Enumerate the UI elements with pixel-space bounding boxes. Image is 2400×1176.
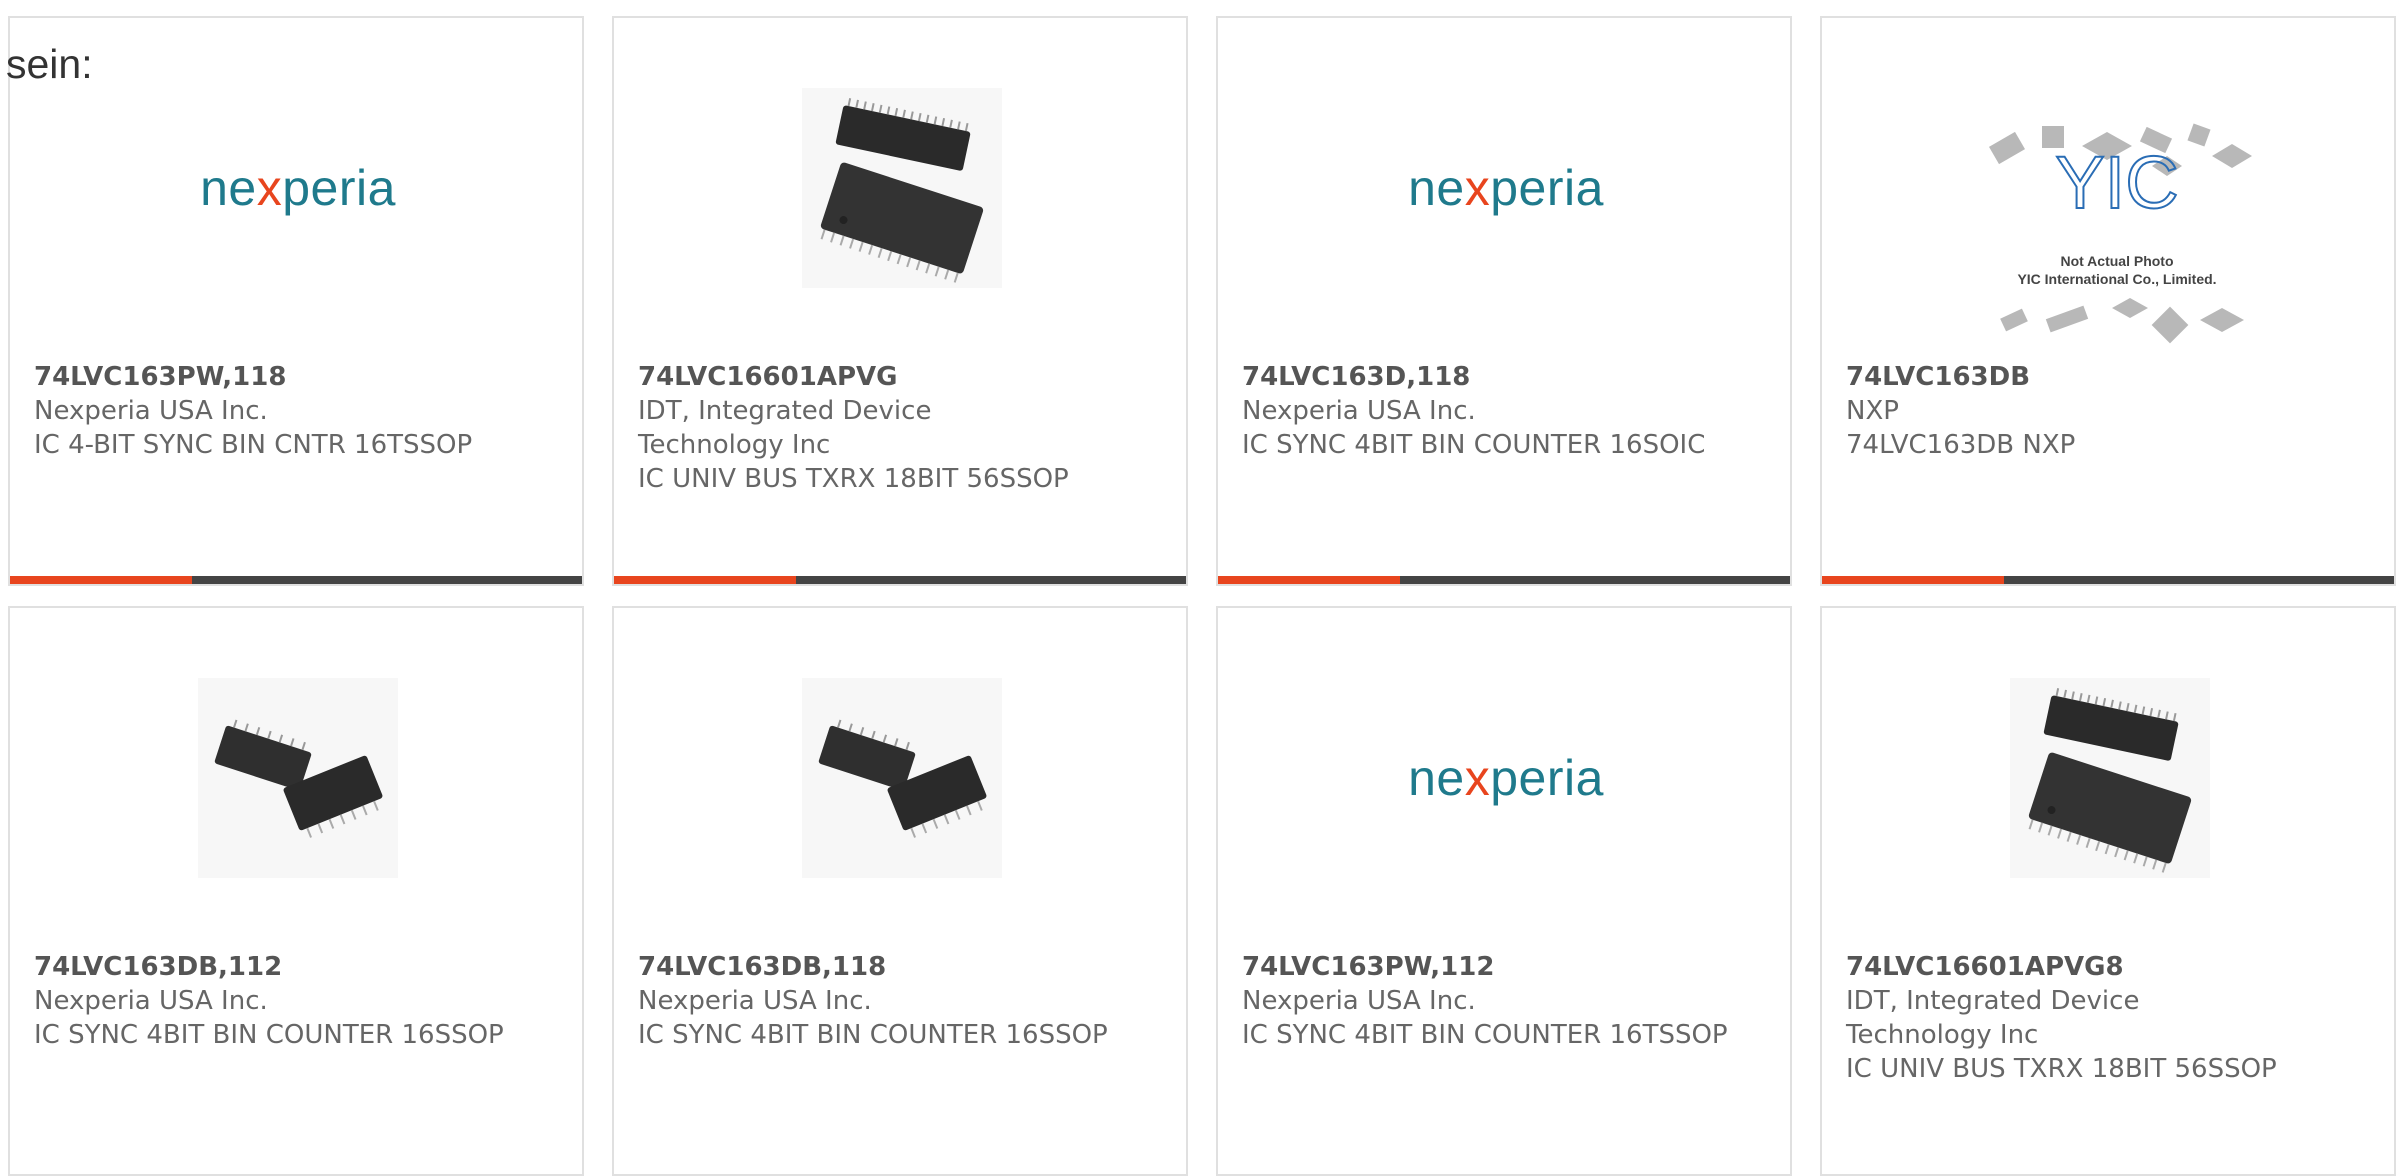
product-card[interactable]: 74LVC16601APVG8 IDT, Integrated Device T… [1820, 606, 2396, 1176]
manufacturer: Nexperia USA Inc. [34, 396, 268, 426]
card-bottom-bar [1218, 576, 1790, 584]
product-image [802, 678, 1002, 878]
card-bar-accent [10, 576, 192, 584]
yic-placeholder-icon: YIC Not Actual Photo YIC International C… [1989, 123, 2252, 344]
part-number[interactable]: 74LVC163PW,118 [34, 360, 562, 394]
product-image: nexperia [1406, 88, 1606, 288]
intro-text: sein: [6, 41, 93, 87]
part-number[interactable]: 74LVC163DB,112 [34, 950, 562, 984]
part-number[interactable]: 74LVC163PW,112 [1242, 950, 1770, 984]
card-bottom-bar [614, 576, 1186, 584]
product-image [2010, 678, 2210, 878]
product-image: nexperia [1406, 678, 1606, 878]
ssop16-chips-icon [198, 678, 398, 878]
product-card[interactable]: nexperia 74LVC163PW,112 Nexperia USA Inc… [1216, 606, 1792, 1176]
description: IC UNIV BUS TXRX 18BIT 56SSOP [1846, 1054, 2277, 1084]
manufacturer: NXP [1846, 396, 1899, 426]
part-number[interactable]: 74LVC163DB,118 [638, 950, 1166, 984]
card-bar-accent [1218, 576, 1400, 584]
svg-text:Not Actual Photo: Not Actual Photo [2060, 253, 2173, 269]
description: 74LVC163DB NXP [1846, 430, 2076, 460]
product-image: nexperia [198, 88, 398, 288]
manufacturer: Nexperia USA Inc. [1242, 396, 1476, 426]
product-image: YIC Not Actual Photo YIC International C… [1972, 98, 2262, 368]
description: IC SYNC 4BIT BIN COUNTER 16SSOP [638, 1020, 1108, 1050]
nexperia-logo-icon: nexperia [1408, 160, 1604, 216]
manufacturer: Nexperia USA Inc. [638, 986, 872, 1016]
description: IC SYNC 4BIT BIN COUNTER 16SOIC [1242, 430, 1706, 460]
manufacturer: IDT, Integrated Device Technology Inc [638, 396, 932, 460]
nexperia-logo-icon: nexperia [1408, 750, 1604, 806]
description: IC UNIV BUS TXRX 18BIT 56SSOP [638, 464, 1069, 494]
description: IC SYNC 4BIT BIN COUNTER 16TSSOP [1242, 1020, 1728, 1050]
card-bottom-bar [1822, 576, 2394, 584]
nexperia-logo-icon: nexperia [200, 160, 396, 216]
part-number[interactable]: 74LVC16601APVG8 [1846, 950, 2374, 984]
description: IC 4-BIT SYNC BIN CNTR 16TSSOP [34, 430, 473, 460]
product-card[interactable]: 74LVC16601APVG IDT, Integrated Device Te… [612, 16, 1188, 586]
part-number[interactable]: 74LVC16601APVG [638, 360, 1166, 394]
product-image [802, 88, 1002, 288]
product-image [198, 678, 398, 878]
description: IC SYNC 4BIT BIN COUNTER 16SSOP [34, 1020, 504, 1050]
product-card[interactable]: YIC Not Actual Photo YIC International C… [1820, 16, 2396, 586]
product-card[interactable]: 74LVC163DB,112 Nexperia USA Inc. IC SYNC… [8, 606, 584, 1176]
card-bar-accent [614, 576, 796, 584]
ssop56-chip-icon [2010, 678, 2210, 878]
manufacturer: Nexperia USA Inc. [34, 986, 268, 1016]
ssop16-chips-icon [802, 678, 1002, 878]
manufacturer: IDT, Integrated Device Technology Inc [1846, 986, 2140, 1050]
card-bar-accent [1822, 576, 2004, 584]
product-card[interactable]: nexperia 74LVC163D,118 Nexperia USA Inc.… [1216, 16, 1792, 586]
part-number[interactable]: 74LVC163DB [1846, 360, 2374, 394]
svg-text:YIC International Co., Limited: YIC International Co., Limited. [2017, 271, 2216, 287]
part-number[interactable]: 74LVC163D,118 [1242, 360, 1770, 394]
ssop56-chip-icon [802, 88, 1002, 288]
product-card[interactable]: nexperia 74LVC163PW,118 Nexperia USA Inc… [8, 16, 584, 586]
manufacturer: Nexperia USA Inc. [1242, 986, 1476, 1016]
card-bottom-bar [10, 576, 582, 584]
product-card[interactable]: 74LVC163DB,118 Nexperia USA Inc. IC SYNC… [612, 606, 1188, 1176]
svg-text:YIC: YIC [2055, 141, 2178, 224]
